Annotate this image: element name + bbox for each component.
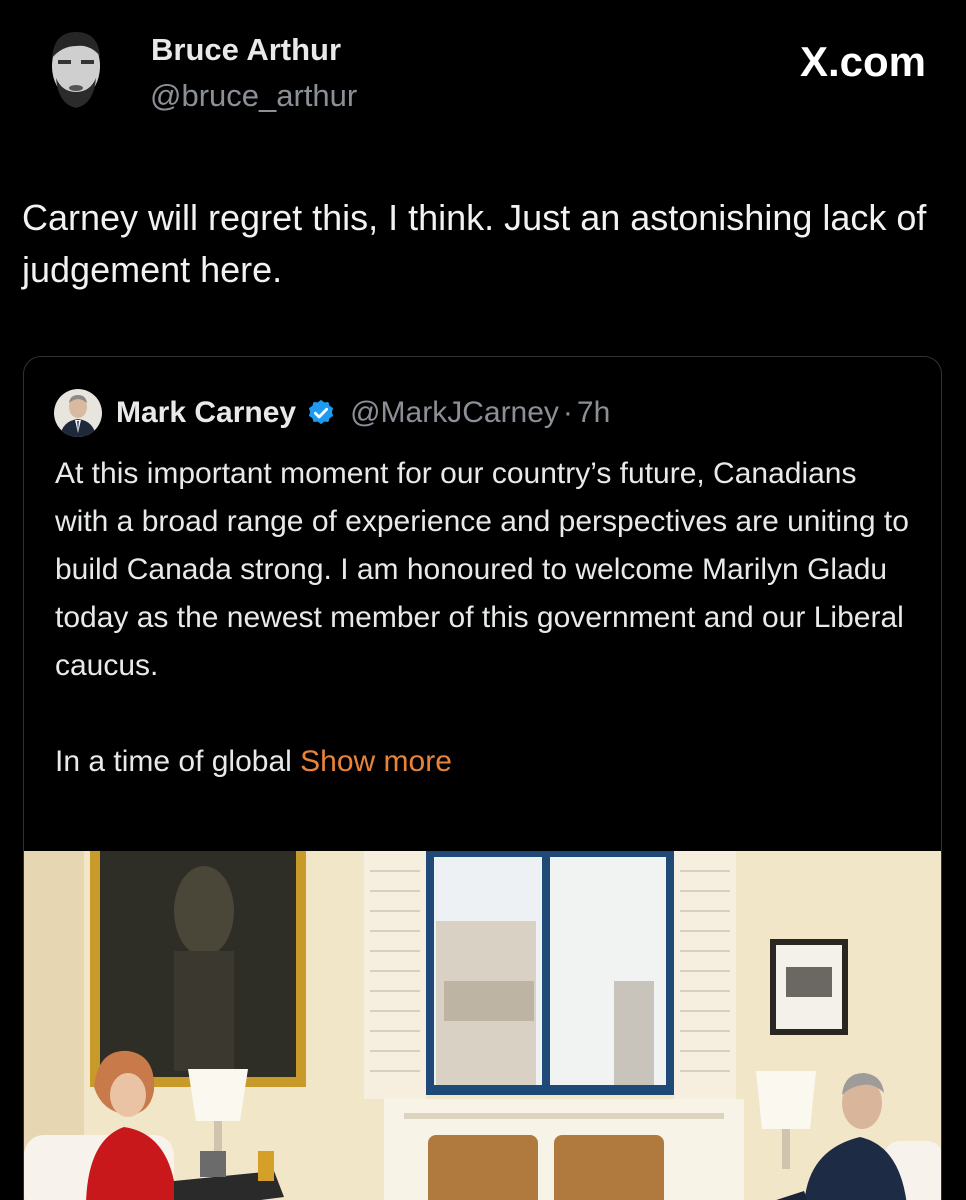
author-handle[interactable]: @bruce_arthur (150, 76, 357, 116)
author-avatar[interactable] (44, 22, 108, 116)
verified-badge-icon (306, 398, 336, 428)
author-name[interactable]: Bruce Arthur (151, 30, 341, 70)
quoted-post-header: Mark Carney @MarkJCarney · 7h (116, 393, 610, 433)
quoted-post-text: At this important moment for our country… (55, 457, 909, 682)
header-separator: · (562, 396, 573, 429)
post-text: Carney will regret this, I think. Just a… (22, 197, 927, 290)
show-more-link[interactable]: Show more (300, 745, 452, 778)
quoted-author-avatar[interactable] (54, 389, 102, 437)
quoted-post-text-more: In a time of global (55, 745, 301, 778)
x-brand-logo: X.com (799, 38, 926, 85)
quoted-author-name[interactable]: Mark Carney (116, 396, 296, 430)
quoted-post-body: At this important moment for our country… (55, 450, 915, 786)
quoted-author-handle[interactable]: @MarkJCarney (350, 396, 559, 430)
quoted-post-text-truncated: In a time of global Show more (55, 738, 915, 786)
quoted-post-card[interactable]: Mark Carney @MarkJCarney · 7h At this im… (23, 356, 942, 1200)
quoted-post-photo[interactable] (24, 851, 941, 1200)
quoted-post-timestamp[interactable]: 7h (577, 396, 610, 430)
